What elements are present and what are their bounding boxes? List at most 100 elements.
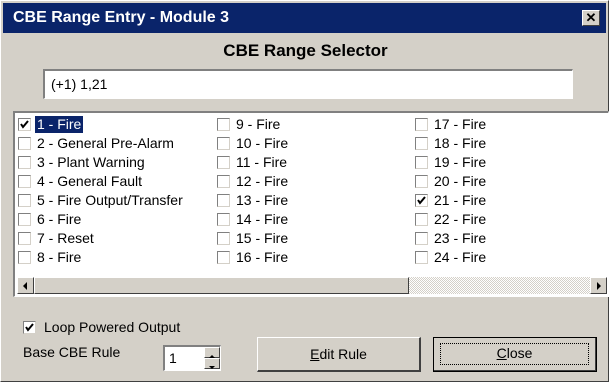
list-item[interactable]: 15 - Fire [217,229,290,248]
item-checkbox[interactable] [18,251,31,264]
item-checkbox[interactable] [415,194,428,207]
checkmark-icon [417,196,426,205]
list-item-label: 12 - Fire [236,173,289,189]
close-mnemonic: C [496,345,507,361]
scrollbar-track[interactable] [409,277,590,294]
list-item[interactable]: 12 - Fire [217,172,290,191]
list-item[interactable]: 5 - Fire Output/Transfer [18,191,185,210]
list-item-label: 14 - Fire [236,211,289,227]
title-bar[interactable]: CBE Range Entry - Module 3 ✕ [3,3,606,33]
list-item[interactable]: 8 - Fire [18,248,185,267]
list-item[interactable]: 24 - Fire [415,248,488,267]
list-item[interactable]: 18 - Fire [415,134,488,153]
item-checkbox[interactable] [415,137,428,150]
scroll-left-button[interactable] [17,277,34,294]
close-button[interactable]: Close [433,337,597,372]
list-item-label: 19 - Fire [434,154,487,170]
list-item-label: 6 - Fire [37,211,82,227]
item-checkbox[interactable] [415,156,428,169]
item-checkbox[interactable] [18,156,31,169]
base-cbe-rule-value[interactable]: 1 [169,350,177,366]
item-checkbox[interactable] [217,251,230,264]
horizontal-scrollbar[interactable] [17,277,607,294]
close-label: Close [497,345,533,361]
loop-powered-output-label: Loop Powered Output [44,319,181,335]
list-item-label: 1 - Fire [35,116,84,133]
item-checkbox[interactable] [415,251,428,264]
list-item[interactable]: 23 - Fire [415,229,488,248]
item-checkbox[interactable] [18,194,31,207]
list-item[interactable]: 10 - Fire [217,134,290,153]
list-item-label: 23 - Fire [434,230,487,246]
list-item[interactable]: 1 - Fire [18,115,185,134]
list-item-label: 8 - Fire [37,249,82,265]
close-icon: ✕ [585,10,597,25]
list-item[interactable]: 16 - Fire [217,248,290,267]
list-item-label: 10 - Fire [236,135,289,151]
item-checkbox[interactable] [18,232,31,245]
list-item[interactable]: 7 - Reset [18,229,185,248]
list-item-label: 11 - Fire [236,154,288,170]
list-item-label: 24 - Fire [434,249,487,265]
item-checkbox[interactable] [415,232,428,245]
scrollbar-thumb[interactable] [34,277,409,294]
range-input[interactable]: (+1) 1,21 [43,69,573,99]
item-checkbox[interactable] [18,213,31,226]
list-item-label: 18 - Fire [434,135,487,151]
item-checkbox[interactable] [18,118,31,131]
list-item[interactable]: 17 - Fire [415,115,488,134]
arrow-down-icon [209,366,215,369]
list-item[interactable]: 2 - General Pre-Alarm [18,134,185,153]
list-item-label: 13 - Fire [236,192,289,208]
list-item-label: 15 - Fire [236,230,289,246]
list-item[interactable]: 9 - Fire [217,115,290,134]
list-column-3: 17 - Fire 18 - Fire 19 - Fire 20 - Fire 21 -… [415,115,488,267]
item-checkbox[interactable] [217,232,230,245]
item-checkbox[interactable] [217,213,230,226]
item-checkbox[interactable] [217,118,230,131]
dialog-window: CBE Range Entry - Module 3 ✕ CBE Range S… [0,0,609,382]
selector-heading: CBE Range Selector [223,41,388,60]
close-text: lose [506,345,533,361]
list-item[interactable]: 20 - Fire [415,172,488,191]
item-checkbox[interactable] [217,156,230,169]
spin-down-button[interactable] [204,358,220,369]
edit-rule-button[interactable]: Edit Rule [257,337,421,372]
list-item[interactable]: 21 - Fire [415,191,488,210]
base-cbe-rule-label: Base CBE Rule [23,344,121,360]
item-checkbox[interactable] [18,137,31,150]
list-item[interactable]: 19 - Fire [415,153,488,172]
list-item[interactable]: 3 - Plant Warning [18,153,185,172]
list-item-label: 7 - Reset [37,230,94,246]
edit-rule-label: Edit Rule [310,346,367,362]
list-item-label: 21 - Fire [434,192,487,208]
loop-powered-output-checkbox[interactable]: Loop Powered Output [23,319,180,335]
spin-up-button[interactable] [204,347,220,358]
list-item-label: 3 - Plant Warning [37,154,145,170]
list-item[interactable]: 22 - Fire [415,210,488,229]
list-item-label: 20 - Fire [434,173,487,189]
checkmark-icon [20,120,29,129]
list-item[interactable]: 4 - General Fault [18,172,185,191]
window-title: CBE Range Entry - Module 3 [13,9,230,26]
window-close-button[interactable]: ✕ [582,10,600,26]
list-item[interactable]: 11 - Fire [217,153,290,172]
base-cbe-rule-spinner[interactable]: 1 [163,345,221,371]
list-item[interactable]: 14 - Fire [217,210,290,229]
item-checkbox[interactable] [18,175,31,188]
list-item[interactable]: 6 - Fire [18,210,185,229]
list-item[interactable]: 13 - Fire [217,191,290,210]
cbe-checklist[interactable]: 1 - Fire 2 - General Pre-Alarm 3 - Plant W… [13,111,609,297]
item-checkbox[interactable] [415,118,428,131]
list-item-label: 4 - General Fault [37,173,143,189]
item-checkbox[interactable] [415,213,428,226]
list-item-label: 22 - Fire [434,211,487,227]
list-item-label: 17 - Fire [434,116,487,132]
arrow-left-icon [23,282,27,290]
checkbox-box[interactable] [23,320,36,334]
item-checkbox[interactable] [217,175,230,188]
item-checkbox[interactable] [217,194,230,207]
item-checkbox[interactable] [415,175,428,188]
item-checkbox[interactable] [217,137,230,150]
scroll-right-button[interactable] [590,277,607,294]
